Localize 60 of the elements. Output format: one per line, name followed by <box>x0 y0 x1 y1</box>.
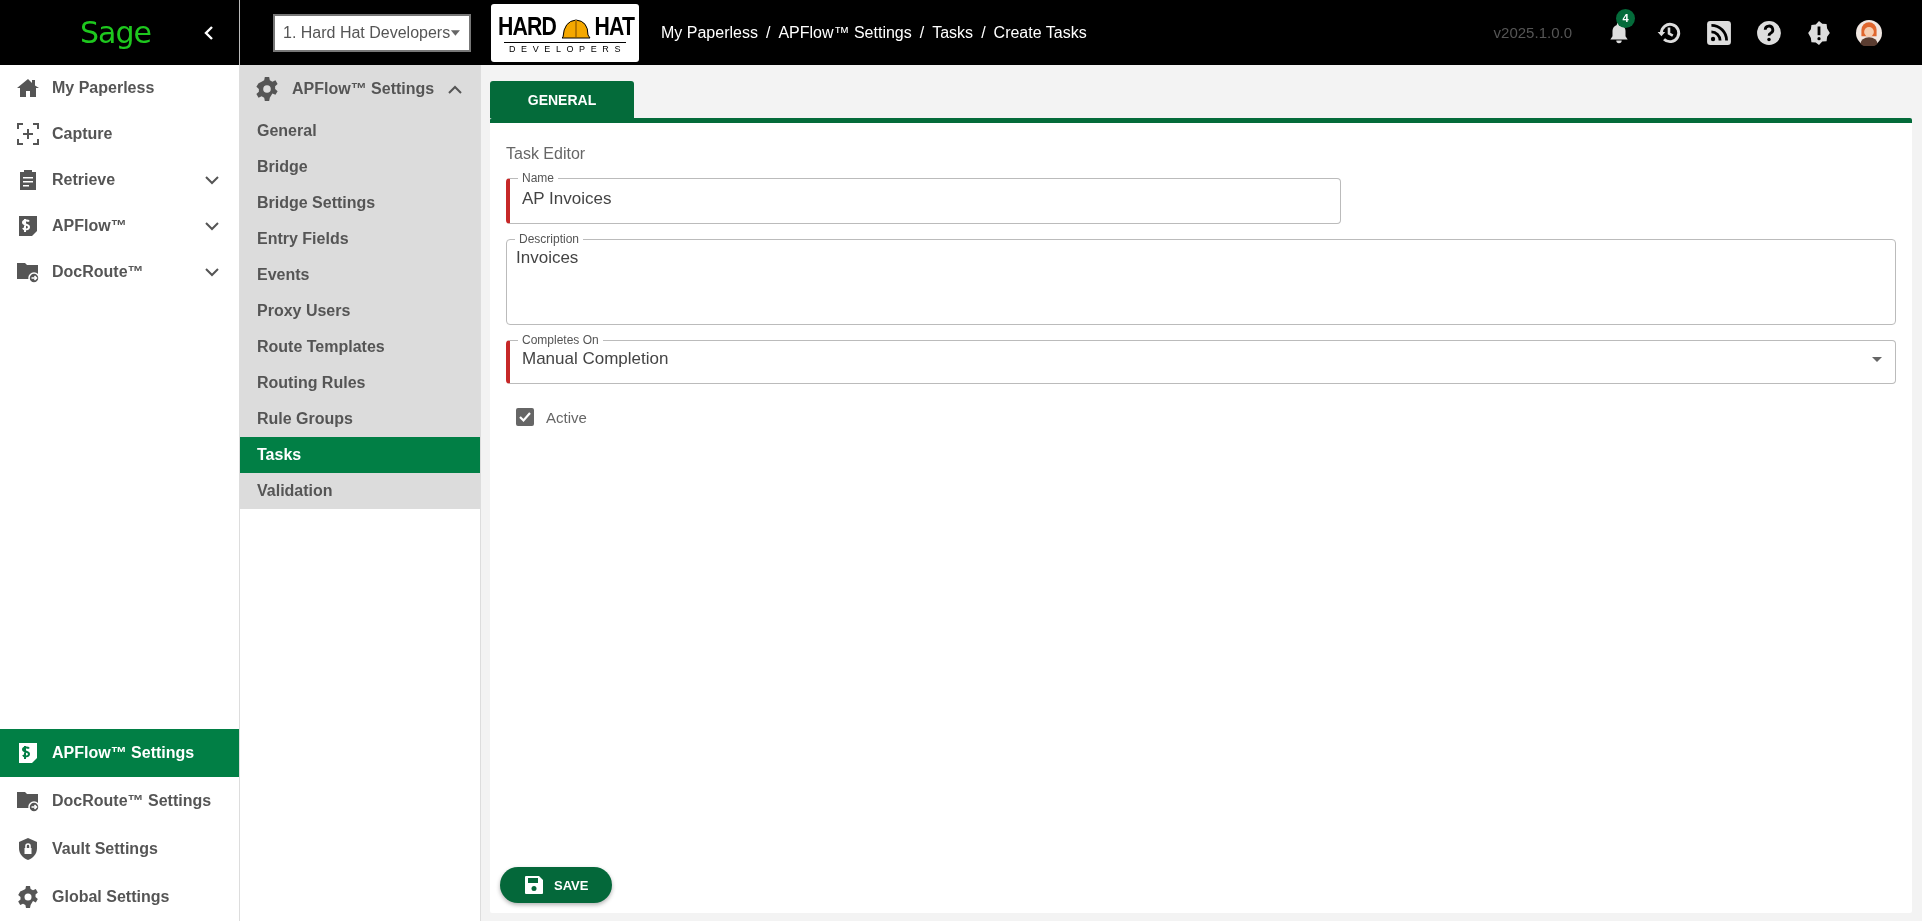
settings-menu-item[interactable]: Tasks <box>240 437 480 473</box>
settings-menu-item[interactable]: General <box>240 113 480 149</box>
settings-icon <box>16 885 40 909</box>
settings-menu-item[interactable]: Bridge Settings <box>240 185 480 221</box>
expand-chevron-icon[interactable] <box>205 267 219 277</box>
company-select[interactable]: 1. Hard Hat Developers <box>273 13 471 52</box>
nav-item[interactable]: My Paperless <box>0 65 239 111</box>
breadcrumb-link[interactable]: Tasks <box>932 23 974 42</box>
nav-item[interactable]: APFlow™ <box>0 203 239 249</box>
nav-item[interactable]: APFlow™ Settings <box>0 729 239 777</box>
breadcrumb-link[interactable]: Create Tasks <box>993 23 1087 42</box>
nav-item[interactable]: Retrieve <box>0 157 239 203</box>
help-icon[interactable] <box>1756 19 1782 46</box>
expand-chevron-icon[interactable] <box>205 221 219 231</box>
rss-feed-icon[interactable] <box>1706 19 1732 46</box>
settings-menu-header[interactable]: APFlow™ Settings <box>240 65 480 113</box>
dollar-document-icon <box>16 741 40 765</box>
nav-item[interactable]: Capture <box>0 111 239 157</box>
nav-item[interactable]: Vault Settings <box>0 825 239 873</box>
home-icon <box>16 76 40 100</box>
sage-logo[interactable]: Sage <box>80 15 151 50</box>
folder-arrow-icon <box>16 789 40 813</box>
settings-menu-item[interactable]: Entry Fields <box>240 221 480 257</box>
lock-shield-icon <box>16 837 40 861</box>
version-text: v2025.1.0.0 <box>1493 24 1572 41</box>
company-logo: HARD HAT DEVELOPERS <box>491 3 639 62</box>
dropdown-caret-icon <box>450 28 461 37</box>
select-field[interactable]: Completes On Manual Completion <box>506 333 1896 384</box>
notification-badge: 4 <box>1616 8 1635 28</box>
breadcrumb-separator: / <box>765 23 771 42</box>
nav-item[interactable]: Global Settings <box>0 873 239 921</box>
input-field[interactable]: Name AP Invoices <box>506 171 1341 224</box>
text-area[interactable]: Description Invoices <box>506 232 1896 325</box>
settings-menu-item[interactable]: Rule Groups <box>240 401 480 437</box>
breadcrumb-separator: / <box>919 23 925 42</box>
form-title: Task Editor <box>506 145 587 163</box>
dollar-document-icon <box>16 214 40 238</box>
user-avatar[interactable] <box>1856 19 1882 46</box>
settings-menu-item[interactable]: Events <box>240 257 480 293</box>
breadcrumb-separator: / <box>981 23 986 42</box>
nav-item[interactable]: DocRoute™ <box>0 249 239 295</box>
tab[interactable]: GENERAL <box>490 81 634 118</box>
collapse-chevron-icon[interactable] <box>203 25 215 40</box>
settings-menu-item[interactable]: Validation <box>240 473 480 509</box>
settings-menu-item[interactable]: Proxy Users <box>240 293 480 329</box>
settings-menu-item[interactable]: Routing Rules <box>240 365 480 401</box>
folder-arrow-icon <box>16 260 40 284</box>
settings-menu-item[interactable]: Bridge <box>240 149 480 185</box>
alert-icon[interactable] <box>1806 19 1832 46</box>
save-button[interactable]: SAVE <box>500 867 613 903</box>
checkbox-label: Active <box>546 408 587 426</box>
checkbox[interactable] <box>516 408 534 426</box>
expand-chevron-icon[interactable] <box>205 175 219 185</box>
breadcrumb-link[interactable]: APFlow™ Settings <box>778 23 912 42</box>
nav-item[interactable]: DocRoute™ Settings <box>0 777 239 825</box>
dropdown-caret-icon <box>1871 355 1883 363</box>
settings-menu-item[interactable]: Route Templates <box>240 329 480 365</box>
capture-icon <box>16 122 40 146</box>
settings-icon <box>254 76 280 102</box>
breadcrumb-link[interactable]: My Paperless <box>661 23 758 42</box>
